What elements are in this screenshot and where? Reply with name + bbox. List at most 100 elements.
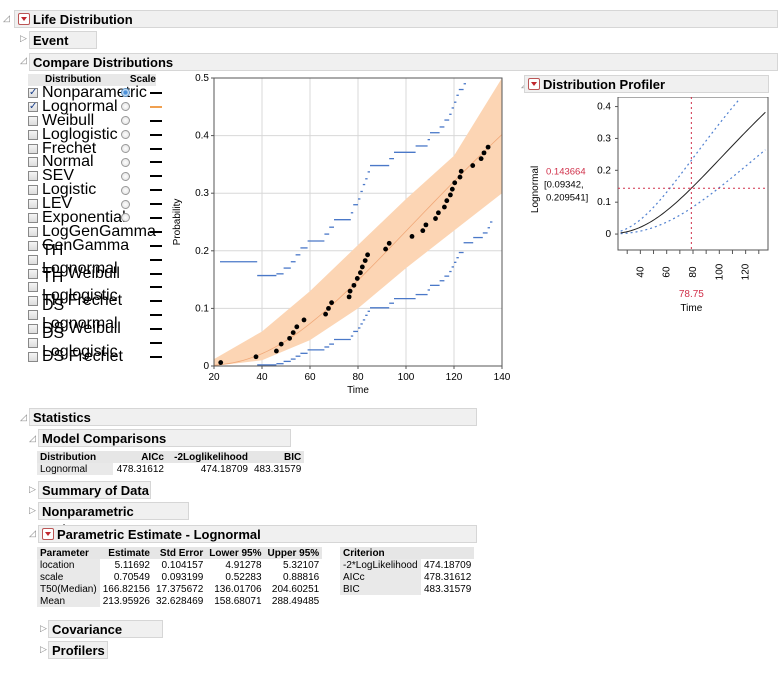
line-color-swatch[interactable] — [150, 133, 162, 136]
expand-triangle-icon[interactable]: ▷ — [40, 644, 47, 655]
scale-radio[interactable] — [121, 116, 130, 126]
line-color-swatch[interactable] — [150, 244, 162, 247]
profiler-ci-lower: [0.09342, — [544, 179, 584, 190]
distribution-checkbox[interactable] — [28, 240, 38, 251]
red-triangle-menu-icon[interactable] — [42, 528, 54, 540]
line-color-swatch[interactable] — [150, 341, 162, 344]
collapse-triangle-icon[interactable]: ◿ — [29, 433, 36, 444]
line-color-swatch[interactable] — [150, 272, 162, 275]
table-row: location 5.11692 0.104157 4.91278 5.32107 — [37, 559, 322, 571]
line-color-swatch[interactable] — [150, 328, 162, 331]
collapse-triangle-icon[interactable]: ◿ — [29, 528, 36, 539]
table-cell: 136.01706 — [214, 583, 262, 595]
table-cell: T50(Median) — [37, 583, 100, 595]
red-triangle-menu-icon[interactable] — [528, 78, 540, 90]
scale-radio[interactable] — [121, 199, 130, 209]
data-point — [362, 258, 368, 263]
line-color-swatch[interactable] — [150, 300, 162, 303]
statistics-header[interactable]: Statistics — [29, 408, 477, 426]
distribution-checkbox[interactable] — [28, 115, 38, 126]
distribution-checkbox[interactable] — [28, 351, 38, 362]
line-color-swatch[interactable] — [150, 286, 162, 289]
expand-triangle-icon[interactable]: ▷ — [40, 623, 47, 634]
red-triangle-menu-icon[interactable] — [18, 13, 30, 25]
line-color-swatch[interactable] — [150, 147, 162, 150]
data-point — [420, 228, 426, 234]
distribution-profiler-header[interactable]: Distribution Profiler — [524, 75, 769, 93]
parametric-estimate-header[interactable]: Parametric Estimate - Lognormal — [38, 525, 477, 543]
distribution-checkbox[interactable] — [28, 324, 38, 335]
collapse-triangle-icon[interactable]: ◿ — [20, 412, 27, 423]
header-lower95: Lower 95% — [206, 547, 265, 559]
distribution-checkbox[interactable] — [28, 282, 38, 293]
collapse-triangle-icon[interactable]: ◿ — [20, 55, 27, 66]
y-tick-label: 0.1 — [597, 197, 611, 208]
scale-radio[interactable] — [121, 185, 130, 195]
expand-triangle-icon[interactable]: ▷ — [29, 505, 36, 516]
distribution-checkbox[interactable]: ✓ — [28, 101, 38, 112]
data-point — [346, 294, 352, 300]
covariance-matrix-header[interactable]: Covariance Matrix — [48, 620, 163, 655]
scale-radio[interactable] — [121, 213, 130, 223]
line-color-swatch[interactable] — [150, 230, 162, 233]
data-point — [409, 234, 415, 239]
line-color-swatch[interactable] — [150, 119, 162, 122]
compare-distributions-title: Compare Distributions — [33, 55, 174, 70]
y-tick-label: 0 — [203, 361, 209, 372]
table-cell: 166.82156 — [102, 583, 150, 595]
scale-radio[interactable] — [121, 171, 130, 181]
scale-radio[interactable] — [121, 130, 130, 140]
scale-radio[interactable] — [121, 157, 130, 167]
distribution-checkbox[interactable] — [28, 337, 38, 348]
table-row: -2*LogLikelihood 474.18709 — [340, 559, 474, 571]
event-plot-header[interactable]: Event Plot — [29, 31, 97, 66]
line-color-swatch[interactable] — [150, 216, 162, 219]
line-color-swatch[interactable] — [150, 105, 162, 108]
table-cell: 158.68071 — [214, 595, 262, 607]
distribution-checkbox[interactable] — [28, 129, 38, 140]
data-point — [358, 270, 363, 276]
compare-distributions-header[interactable]: Compare Distributions — [29, 53, 778, 71]
distribution-checkbox[interactable] — [28, 226, 38, 237]
distribution-checkbox[interactable]: ✓ — [28, 87, 38, 98]
distribution-checkbox[interactable] — [28, 268, 38, 279]
model-comparisons-header[interactable]: Model Comparisons — [38, 429, 291, 447]
distribution-checkbox[interactable] — [28, 254, 38, 265]
data-point — [470, 163, 476, 168]
distribution-checkbox[interactable] — [28, 171, 38, 182]
line-color-swatch[interactable] — [150, 314, 162, 317]
scale-radio[interactable] — [121, 144, 130, 153]
distribution-checkbox[interactable] — [28, 185, 38, 196]
nonparametric-estimate-header[interactable]: Nonparametric Estimate — [38, 502, 189, 537]
distribution-checkbox[interactable] — [28, 143, 38, 154]
distribution-checkbox[interactable] — [28, 157, 38, 168]
cell-bic: 483.31579 — [254, 463, 302, 475]
distribution-checkbox[interactable] — [28, 310, 38, 321]
distribution-checkbox[interactable] — [28, 199, 38, 210]
summary-of-data-header[interactable]: Summary of Data — [38, 481, 151, 499]
line-color-swatch[interactable] — [150, 161, 162, 164]
line-color-swatch[interactable] — [150, 189, 162, 192]
line-color-swatch[interactable] — [150, 203, 162, 206]
data-point — [383, 246, 388, 252]
x-tick-label: 40 — [256, 372, 268, 383]
expand-triangle-icon[interactable]: ▷ — [20, 33, 27, 44]
x-tick-label: 100 — [714, 263, 725, 280]
life-distribution-header[interactable]: Life Distribution — [14, 10, 778, 28]
y-tick-label: 0.5 — [195, 73, 209, 84]
line-color-swatch[interactable] — [150, 175, 162, 178]
table-cell: 5.32107 — [283, 559, 320, 571]
distribution-checkbox[interactable] — [28, 296, 38, 307]
profilers-header[interactable]: Profilers — [48, 641, 108, 659]
data-point — [347, 288, 353, 294]
line-color-swatch[interactable] — [150, 258, 162, 261]
expand-triangle-icon[interactable]: ▷ — [29, 484, 36, 495]
distribution-checkbox[interactable] — [28, 212, 38, 223]
collapse-triangle-icon[interactable]: ◿ — [3, 13, 10, 24]
table-cell: location — [37, 559, 100, 571]
table-cell: 204.60251 — [271, 583, 320, 595]
data-point — [449, 186, 455, 192]
line-color-swatch[interactable] — [150, 91, 162, 94]
scale-radio[interactable] — [121, 102, 130, 112]
line-color-swatch[interactable] — [150, 355, 162, 358]
